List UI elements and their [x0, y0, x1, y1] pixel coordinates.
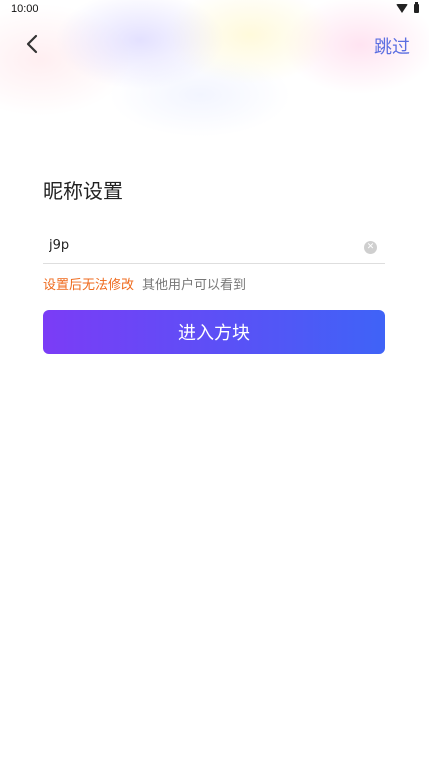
- clear-circle-icon: ✕: [366, 242, 375, 252]
- back-button[interactable]: [18, 30, 46, 58]
- status-time: 10:00: [11, 3, 39, 15]
- battery-icon: [414, 2, 419, 13]
- nickname-input[interactable]: [49, 238, 349, 253]
- hint-info: 其他用户可以看到: [142, 278, 247, 293]
- status-icons: [396, 2, 419, 13]
- chevron-left-icon: [26, 34, 38, 54]
- skip-button[interactable]: 跳过: [374, 33, 410, 59]
- wifi-icon: [396, 4, 408, 13]
- page-title: 昵称设置: [43, 179, 123, 203]
- nickname-setup-screen: 10:00 跳过 昵称设置 ✕ 设置后无法修改 其他用户可以看到 进入方块: [0, 0, 429, 763]
- status-bar: 10:00: [0, 0, 429, 20]
- header-gradient-background: [0, 0, 429, 170]
- hint-warning: 设置后无法修改: [43, 278, 135, 293]
- nickname-field: ✕: [43, 233, 385, 264]
- clear-input-button[interactable]: ✕: [364, 241, 377, 254]
- enter-button[interactable]: 进入方块: [43, 310, 385, 354]
- nickname-hint: 设置后无法修改 其他用户可以看到: [43, 274, 246, 293]
